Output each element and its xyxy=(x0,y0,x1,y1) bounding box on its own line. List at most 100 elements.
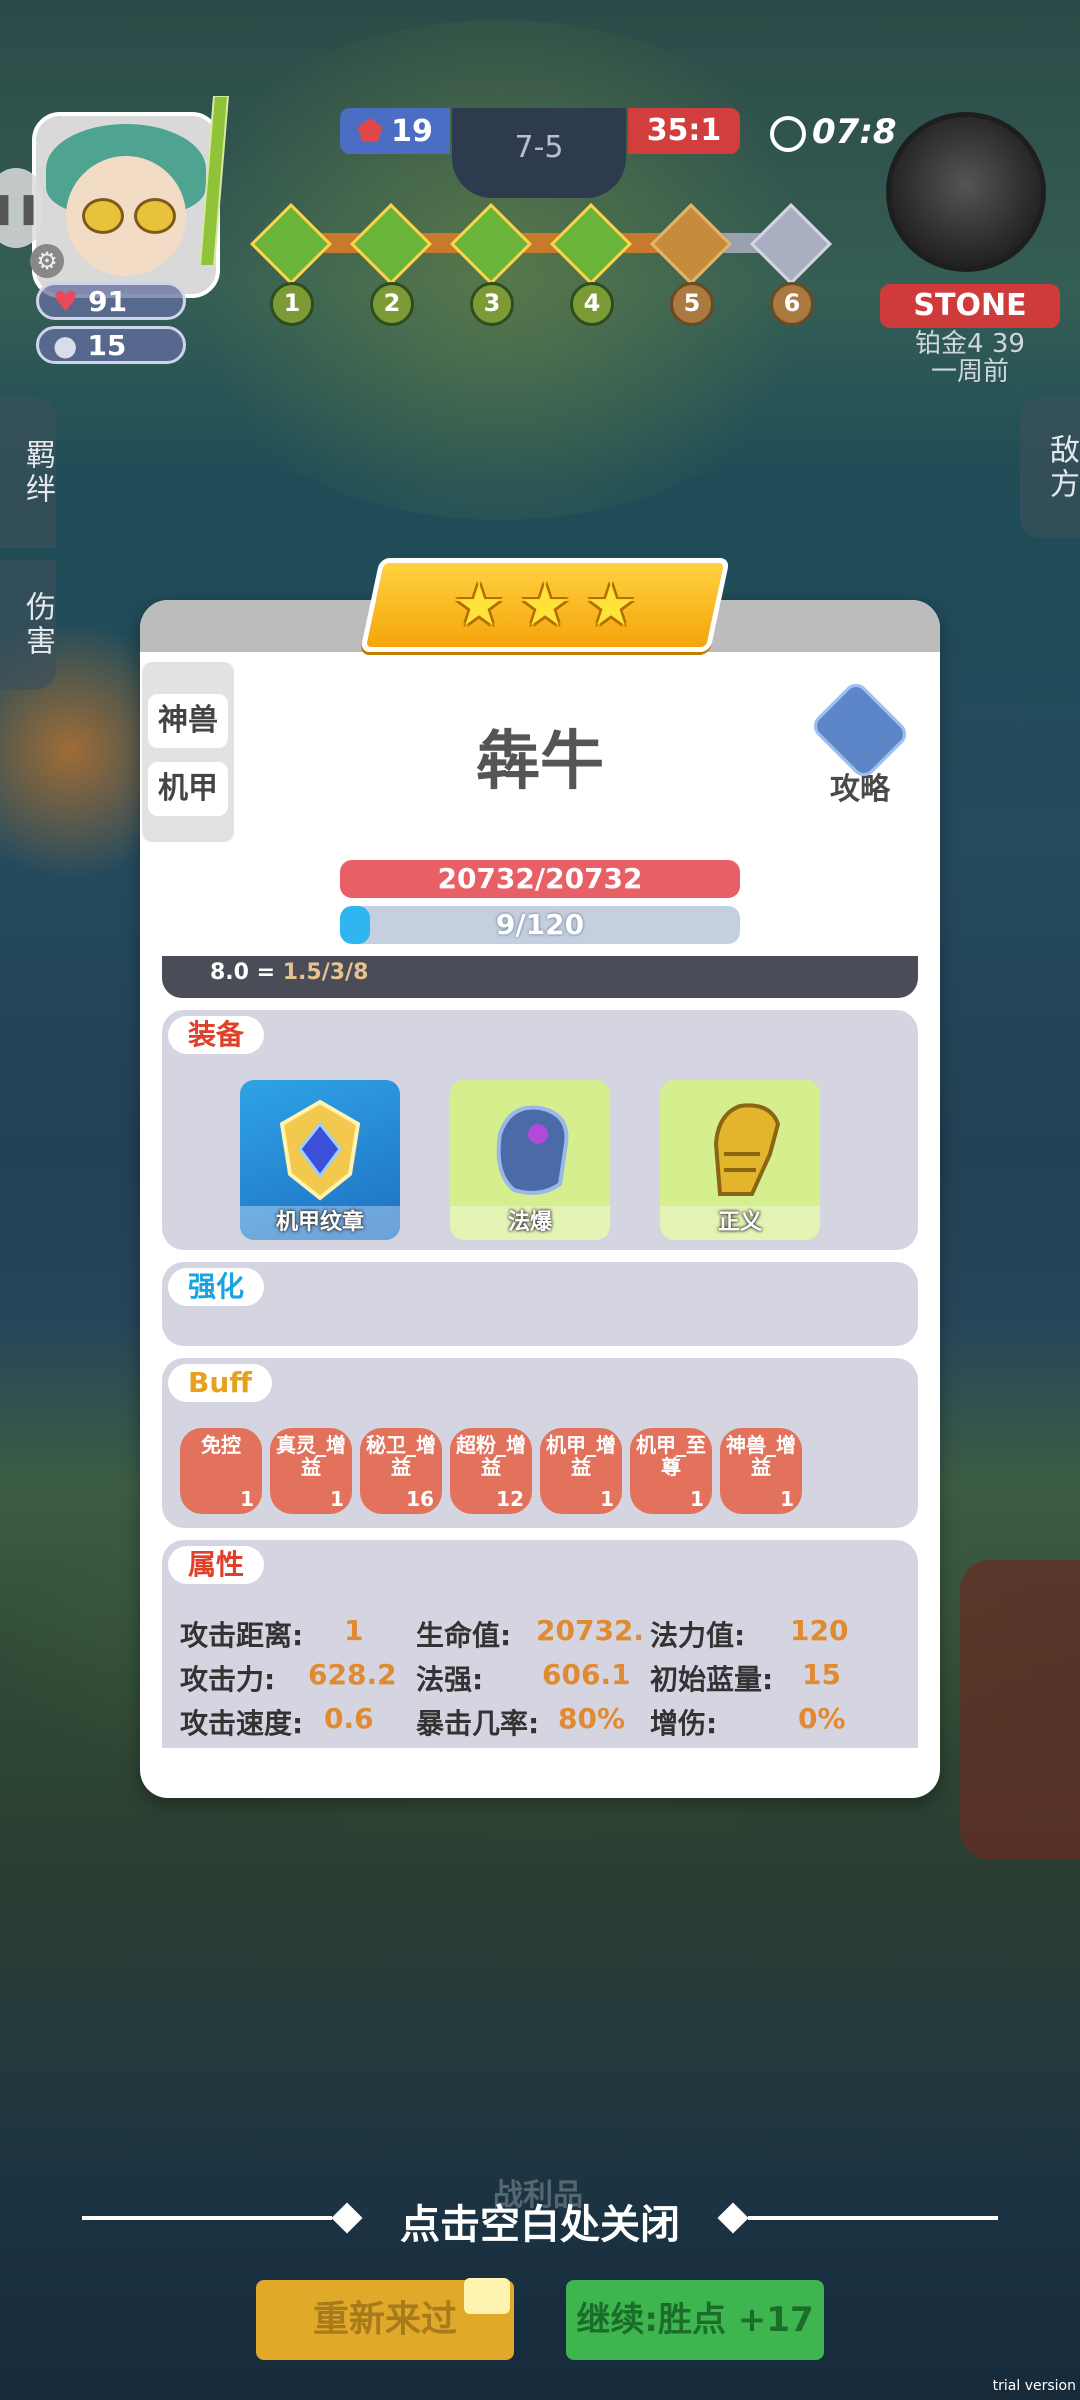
buff-item[interactable]: 免控 1 xyxy=(180,1428,262,1514)
attr-mana-value: 120 xyxy=(790,1614,849,1647)
formula-prefix: 8.0 = xyxy=(210,960,283,985)
emblem-icon xyxy=(279,1099,361,1201)
buff-item[interactable]: 秘卫_增益 16 xyxy=(360,1428,442,1514)
buff-section: Buff 免控 1 真灵_增益 1 秘卫_增益 16 超粉_增益 12 机甲_增益 1 机… xyxy=(162,1358,918,1528)
timer-value: 07:8 xyxy=(812,112,897,152)
retry-label: 重新来过 xyxy=(312,2299,457,2340)
star-icon: ★ xyxy=(585,571,637,639)
bond-tab[interactable]: 羁绊 xyxy=(0,398,56,548)
attr-atk-value: 628.2 xyxy=(308,1658,397,1691)
stage-num-6: 6 xyxy=(770,282,814,326)
mana-bar: 9/120 xyxy=(340,906,740,944)
attr-crit-label: 暴击几率: xyxy=(416,1707,540,1740)
trait-tag-mech[interactable]: 机甲 xyxy=(148,762,228,816)
equipment-name: 正义 xyxy=(660,1206,820,1240)
stage-num-5: 5 xyxy=(670,282,714,326)
equipment-slot-1[interactable]: 机甲纹章 xyxy=(240,1080,400,1240)
equipment-slot-2[interactable]: 法爆 xyxy=(450,1080,610,1240)
buff-item[interactable]: 真灵_增益 1 xyxy=(270,1428,352,1514)
gear-icon[interactable]: ⚙ xyxy=(30,244,64,278)
timer: 07:8 xyxy=(770,112,897,152)
attribute-section: 属性 攻击距离: 1 生命值: 20732. 法力值: 120 攻击力: 628… xyxy=(162,1540,918,1748)
equipment-section: 装备 机甲纹章 法爆 正义 xyxy=(162,1010,918,1250)
player-coin-pill: ● 15 xyxy=(36,326,186,364)
buff-level: 1 xyxy=(780,1487,794,1511)
enemy-tab[interactable]: 敌方 xyxy=(1020,398,1080,538)
damage-tab[interactable]: 伤害 xyxy=(0,560,56,690)
opponent-name: STONE xyxy=(880,284,1060,328)
divider-right xyxy=(748,2216,998,2220)
score-left: ⬟ 19 xyxy=(340,108,450,154)
hero-name: 犇牛 xyxy=(476,725,604,799)
attr-ap-value: 606.1 xyxy=(542,1658,631,1691)
buff-level: 12 xyxy=(496,1487,524,1511)
attr-atk-label: 攻击力: xyxy=(180,1663,276,1696)
buff-item[interactable]: 神兽_增益 1 xyxy=(720,1428,802,1514)
buff-level: 16 xyxy=(406,1487,434,1511)
trait-tag-beast[interactable]: 神兽 xyxy=(148,694,228,748)
video-ad-icon xyxy=(464,2278,510,2314)
attr-mana-label: 法力值: xyxy=(650,1619,746,1652)
player-hp-value: 91 xyxy=(88,284,128,318)
hp-level-bar xyxy=(198,96,230,266)
buff-label: Buff xyxy=(168,1364,272,1402)
buff-name: 神兽_增益 xyxy=(726,1433,796,1479)
stage-num-4: 4 xyxy=(570,282,614,326)
close-hint[interactable]: 点击空白处关闭 xyxy=(340,2192,740,2250)
equipment-slot-3[interactable]: 正义 xyxy=(660,1080,820,1240)
attr-range-value: 1 xyxy=(344,1614,364,1647)
watermark: trial version xyxy=(992,2378,1076,2394)
stage-num-1: 1 xyxy=(270,282,314,326)
attr-range-label: 攻击距离: xyxy=(180,1619,304,1652)
player-hp-pill: ♥ 91 xyxy=(36,282,186,320)
round-indicator: 7-5 xyxy=(452,108,626,198)
buff-name: 免控 xyxy=(201,1433,241,1457)
buff-level: 1 xyxy=(330,1487,344,1511)
formula-value: 1.5/3/8 xyxy=(282,960,369,985)
buff-item[interactable]: 机甲_增益 1 xyxy=(540,1428,622,1514)
heart-icon: ♥ xyxy=(53,284,79,318)
attr-dmg-value: 0% xyxy=(798,1702,846,1735)
opponent-avatar[interactable] xyxy=(886,112,1046,272)
attr-hp-value: 20732. xyxy=(536,1614,645,1647)
enhance-label: 强化 xyxy=(168,1268,265,1306)
star-rating: ★ ★ ★ xyxy=(360,558,730,652)
equipment-label: 装备 xyxy=(168,1016,265,1054)
stage-num-2: 2 xyxy=(370,282,414,326)
mana-bar-fill xyxy=(340,906,370,944)
star-icon: ★ xyxy=(519,571,571,639)
attribute-label: 属性 xyxy=(168,1546,265,1584)
guide-button[interactable]: 攻略 xyxy=(800,678,920,807)
stage-num-3: 3 xyxy=(470,282,514,326)
buff-name: 机甲_增益 xyxy=(546,1433,616,1479)
buff-name: 真灵_增益 xyxy=(276,1433,346,1479)
score-left-value: 19 xyxy=(391,113,433,149)
score-right: 35:1 xyxy=(628,108,740,154)
buff-item[interactable]: 机甲_至尊 1 xyxy=(630,1428,712,1514)
attr-speed-label: 攻击速度: xyxy=(180,1707,304,1740)
divider-left xyxy=(82,2216,332,2220)
coin-icon: ● xyxy=(53,328,78,362)
star-icon: ★ xyxy=(453,571,505,639)
opponent-last-seen: 一周前 xyxy=(930,357,1009,387)
gauntlet-icon xyxy=(496,1105,569,1195)
attr-speed-value: 0.6 xyxy=(324,1702,374,1735)
buff-level: 1 xyxy=(600,1487,614,1511)
pause-button[interactable]: ❚❚ xyxy=(0,168,42,248)
retry-button[interactable]: 重新来过 xyxy=(256,2278,514,2360)
attr-ap-label: 法强: xyxy=(416,1663,484,1696)
shield-icon: ⬟ xyxy=(357,113,384,149)
buff-name: 机甲_至尊 xyxy=(636,1433,706,1479)
buff-level: 1 xyxy=(240,1487,254,1511)
trait-tags: 神兽 机甲 xyxy=(142,662,234,842)
hero-detail-card: 神兽 机甲 犇牛 攻略 20732/20732 9/120 8.0 = 1.5/… xyxy=(140,600,940,1798)
buff-item[interactable]: 超粉_增益 12 xyxy=(450,1428,532,1514)
opponent-rank: 铂金4 39 一周前 xyxy=(880,330,1060,386)
enhance-section: 强化 xyxy=(162,1262,918,1346)
attr-crit-value: 80% xyxy=(558,1702,626,1735)
attr-init-mana-value: 15 xyxy=(802,1658,841,1691)
golden-glove-icon xyxy=(713,1103,781,1196)
equipment-name: 机甲纹章 xyxy=(240,1206,400,1240)
attr-init-mana-label: 初始蓝量: xyxy=(650,1663,774,1696)
continue-button[interactable]: 继续:胜点 +17 xyxy=(566,2280,824,2360)
